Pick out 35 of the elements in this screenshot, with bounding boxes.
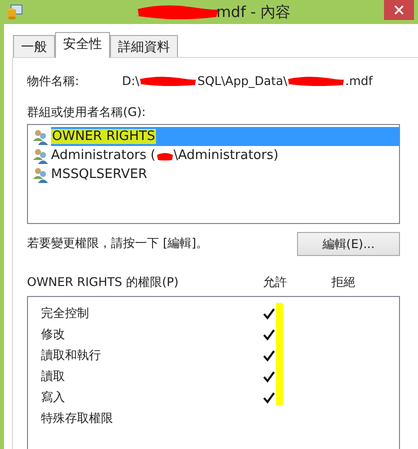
path-text: SQL\App_Data\ [197,74,288,88]
path-text: .mdf [345,74,373,88]
user-name: \Administrators) [174,148,278,163]
user-name: OWNER RIGHTS [51,129,156,144]
permission-name: 讀取 [40,368,66,385]
permission-name: 完全控制 [40,305,90,322]
hint-text: 若要變更權限，請按一下 [編輯]。 [27,235,208,252]
redaction-mark [139,75,198,87]
user-name: MSSQLSERVER [51,167,148,182]
close-button[interactable] [384,0,414,20]
database-icon [7,4,23,20]
user-name: Administrators ( [51,148,156,163]
object-name-label: 物件名稱: [27,72,80,90]
column-header: 允許 [262,274,288,291]
permission-name: 寫入 [40,389,66,406]
tab[interactable]: 安全性 [55,32,110,58]
tab[interactable]: 詳細資料 [110,35,178,57]
user-item[interactable]: MSSQLSERVER [28,165,399,184]
edit-button[interactable]: 編輯(E)... [297,232,400,256]
window-title: mdf - 內容 [216,2,291,22]
column-header: 拒絕 [332,274,356,291]
tab[interactable]: 一般 [13,35,55,57]
users-icon [33,148,49,164]
users-icon [33,166,49,182]
users-icon [33,128,49,144]
close-icon [394,5,404,15]
permission-name: 讀取和執行 [40,347,102,364]
path-text: D:\ [122,74,140,88]
users-label: 群組或使用者名稱(G): [27,104,147,121]
permissions-label: OWNER RIGHTS 的權限(P) [27,274,180,291]
user-item[interactable]: Administrators ( \Administrators) [28,146,399,165]
redaction-mark [287,75,346,87]
permission-name: 修改 [40,326,66,343]
permission-name: 特殊存取權限 [40,410,114,427]
redaction-mark [156,150,174,160]
